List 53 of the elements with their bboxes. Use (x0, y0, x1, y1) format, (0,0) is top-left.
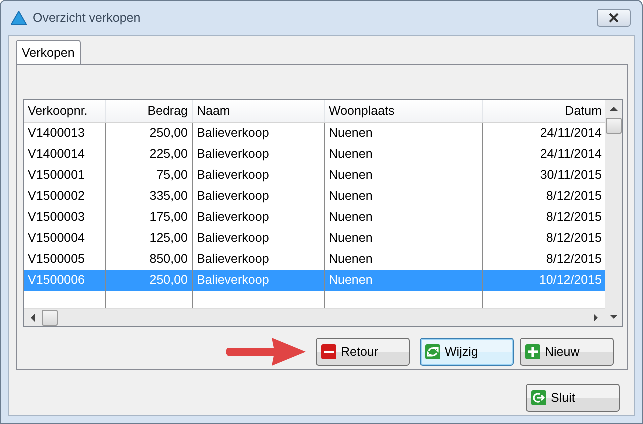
table-cell: Nuenen (325, 186, 483, 207)
table-cell: Nuenen (325, 228, 483, 249)
scroll-down-icon[interactable] (610, 314, 618, 320)
table-cell: 175,00 (106, 207, 193, 228)
triangle-icon (11, 11, 27, 25)
table-cell: 75,00 (106, 165, 193, 186)
column-header[interactable]: Bedrag (106, 100, 193, 122)
column-header[interactable]: Naam (193, 100, 325, 122)
table-cell: V1500001 (24, 165, 106, 186)
scroll-up-icon[interactable] (610, 106, 618, 112)
table-cell: V1400014 (24, 144, 106, 165)
vertical-scrollbar[interactable] (605, 100, 622, 326)
exit-icon (531, 390, 547, 406)
refresh-icon (425, 344, 441, 360)
table-cell: Balieverkoop (193, 165, 325, 186)
table-cell: V1400013 (24, 123, 106, 144)
tab[interactable]: Verkopen (16, 40, 81, 64)
table-cell: Balieverkoop (193, 144, 325, 165)
table-cell: Nuenen (325, 144, 483, 165)
action-button[interactable]: Retour (316, 338, 410, 366)
table-cell: Balieverkoop (193, 123, 325, 144)
horizontal-scrollbar[interactable] (24, 308, 606, 326)
table-cell: 250,00 (106, 123, 193, 144)
table-cell: Balieverkoop (193, 207, 325, 228)
table-cell: Balieverkoop (193, 270, 325, 291)
table-cell: V1500006 (24, 270, 106, 291)
table-cell: 125,00 (106, 228, 193, 249)
scroll-left-icon[interactable] (30, 314, 36, 322)
scroll-thumb[interactable] (42, 310, 58, 326)
table-cell: 225,00 (106, 144, 193, 165)
table-cell: V1500002 (24, 186, 106, 207)
scroll-right-icon[interactable] (593, 314, 600, 322)
column-header[interactable]: Verkoopnr. (24, 100, 106, 122)
plus-icon (525, 344, 541, 360)
minus-icon (321, 344, 337, 360)
table-cell: Nuenen (325, 123, 483, 144)
table-cell: Nuenen (325, 165, 483, 186)
action-button[interactable]: Nieuw (520, 338, 614, 366)
close-window-button[interactable]: Sluit (526, 384, 620, 412)
table-cell: 335,00 (106, 186, 193, 207)
scroll-thumb[interactable] (606, 118, 622, 134)
table-cell: Balieverkoop (193, 228, 325, 249)
table-cell: 250,00 (106, 270, 193, 291)
table-cell: V1500003 (24, 207, 106, 228)
action-button[interactable]: Wijzig (420, 338, 514, 366)
window-title: Overzicht verkopen (33, 11, 142, 25)
close-button[interactable] (597, 9, 631, 27)
table-cell: V1500004 (24, 228, 106, 249)
table-cell: Nuenen (325, 207, 483, 228)
column-header[interactable]: Woonplaats (325, 100, 483, 122)
close-icon (608, 13, 620, 23)
table-cell: Balieverkoop (193, 186, 325, 207)
table-cell: Nuenen (325, 270, 483, 291)
